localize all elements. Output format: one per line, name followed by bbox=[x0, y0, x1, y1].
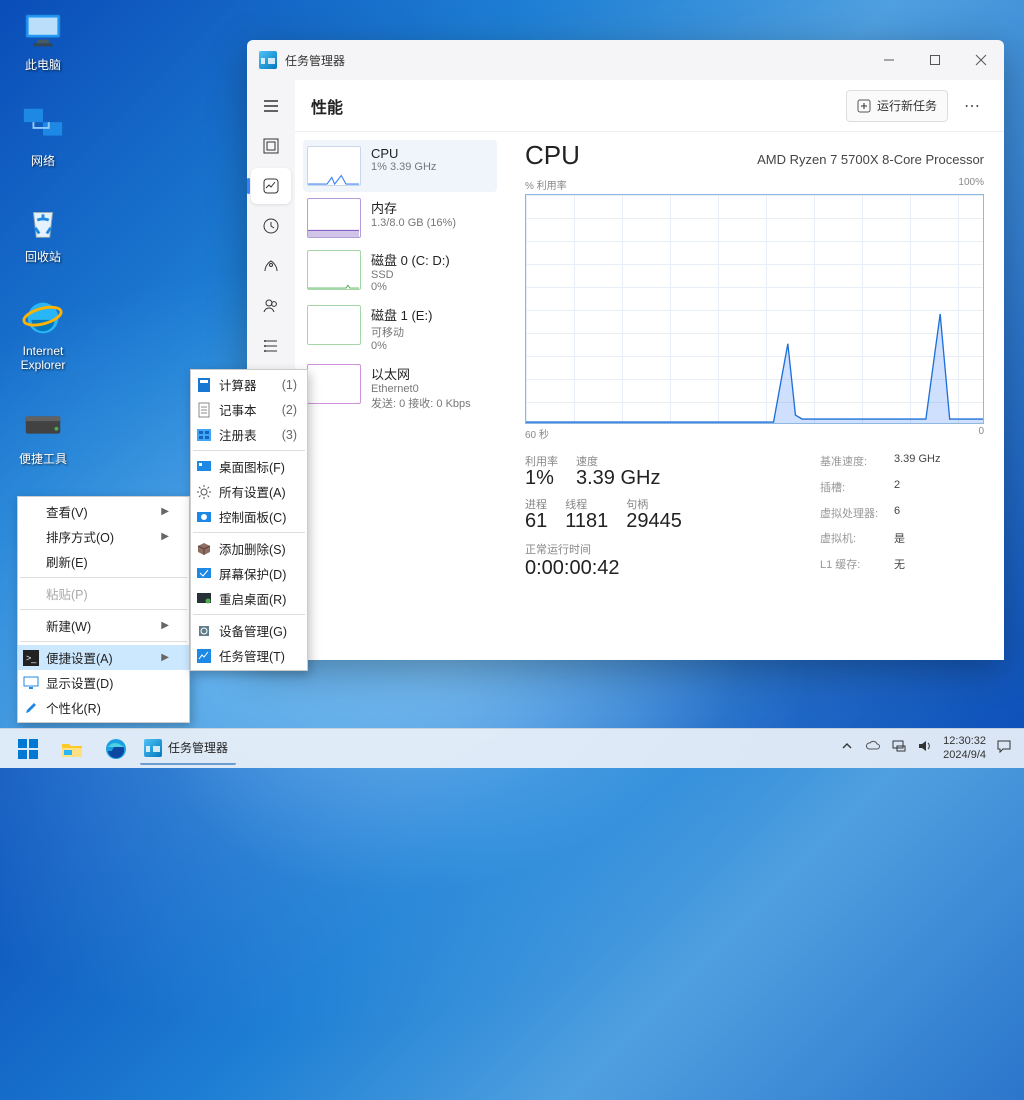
ctx-paste: 粘贴(P) bbox=[18, 581, 189, 606]
gear-icon bbox=[196, 484, 212, 500]
ctx-personalize[interactable]: 个性化(R) bbox=[18, 695, 189, 720]
taskbar: 任务管理器 12:30:32 2024/9/4 bbox=[0, 728, 1024, 768]
sub-notepad[interactable]: 记事本(2) bbox=[191, 397, 307, 422]
restart-icon bbox=[196, 591, 212, 607]
hdd-icon bbox=[19, 400, 67, 448]
desktop-icon-label: 此电脑 bbox=[25, 58, 61, 72]
desktop-icon-recycle[interactable]: 回收站 bbox=[5, 198, 81, 265]
nav-menu-button[interactable] bbox=[251, 88, 291, 124]
cpu-model: AMD Ryzen 7 5700X 8-Core Processor bbox=[757, 152, 984, 167]
sub-regedit[interactable]: 注册表(3) bbox=[191, 422, 307, 447]
desktop-icon-label: Internet Explorer bbox=[21, 344, 66, 372]
nav-users[interactable] bbox=[251, 288, 291, 324]
box-icon bbox=[196, 541, 212, 557]
trash-icon bbox=[19, 198, 67, 246]
resource-ethernet[interactable]: 以太网Ethernet0发送: 0 接收: 0 Kbps bbox=[303, 358, 497, 417]
desktop-icon-label: 便捷工具 bbox=[19, 452, 67, 466]
tray-network-icon[interactable] bbox=[891, 738, 907, 759]
sub-restart-desktop[interactable]: 重启桌面(R) bbox=[191, 586, 307, 611]
brush-icon bbox=[23, 700, 39, 716]
titlebar[interactable]: 任务管理器 bbox=[247, 40, 1004, 80]
chart-icon bbox=[196, 648, 212, 664]
cpu-title: CPU bbox=[525, 140, 580, 171]
start-button[interactable] bbox=[6, 729, 50, 769]
ctx-view[interactable]: 查看(V)▶ bbox=[18, 499, 189, 524]
resource-disk0[interactable]: 磁盘 0 (C: D:)SSD0% bbox=[303, 244, 497, 299]
more-button[interactable]: ⋯ bbox=[956, 90, 988, 122]
explorer-button[interactable] bbox=[50, 729, 94, 769]
ctx-shortcut-settings[interactable]: >_便捷设置(A)▶ bbox=[18, 645, 189, 670]
pc-icon bbox=[19, 6, 67, 54]
minimize-button[interactable] bbox=[866, 40, 912, 80]
page-title: 性能 bbox=[311, 94, 343, 118]
desktop-icon-label: 网络 bbox=[31, 154, 55, 168]
resource-list: CPU1% 3.39 GHz 内存1.3/8.0 GB (16%) 磁盘 0 (… bbox=[295, 132, 505, 660]
run-task-label: 运行新任务 bbox=[877, 97, 937, 114]
sub-taskmgr[interactable]: 任务管理(T) bbox=[191, 643, 307, 668]
svg-text:>_: >_ bbox=[26, 653, 37, 663]
nav-apphistory[interactable] bbox=[251, 208, 291, 244]
sub-settings[interactable]: 所有设置(A) bbox=[191, 479, 307, 504]
network-icon bbox=[19, 102, 67, 150]
nav-startup[interactable] bbox=[251, 248, 291, 284]
resource-cpu[interactable]: CPU1% 3.39 GHz bbox=[303, 140, 497, 192]
stat-speed: 3.39 GHz bbox=[576, 467, 660, 490]
ctx-sort[interactable]: 排序方式(O)▶ bbox=[18, 524, 189, 549]
resource-disk1[interactable]: 磁盘 1 (E:)可移动0% bbox=[303, 299, 497, 358]
control-icon bbox=[196, 509, 212, 525]
ctx-display-settings[interactable]: 显示设置(D) bbox=[18, 670, 189, 695]
desktop-icon-label: 回收站 bbox=[25, 250, 61, 264]
desktop-icon-thispc[interactable]: 此电脑 bbox=[5, 6, 81, 73]
sub-deskicons[interactable]: 桌面图标(F) bbox=[191, 454, 307, 479]
window-title: 任务管理器 bbox=[285, 52, 345, 69]
ctx-refresh[interactable]: 刷新(E) bbox=[18, 549, 189, 574]
chip-icon bbox=[196, 623, 212, 639]
stat-processes: 61 bbox=[525, 510, 547, 533]
nav-performance[interactable] bbox=[251, 168, 291, 204]
nav-processes[interactable] bbox=[251, 128, 291, 164]
resource-memory[interactable]: 内存1.3/8.0 GB (16%) bbox=[303, 192, 497, 244]
sub-addremove[interactable]: 添加删除(S) bbox=[191, 536, 307, 561]
close-button[interactable] bbox=[958, 40, 1004, 80]
sub-screensaver[interactable]: 屏幕保护(D) bbox=[191, 561, 307, 586]
stat-threads: 1181 bbox=[565, 510, 608, 533]
deskicons-icon bbox=[196, 459, 212, 475]
app-icon bbox=[259, 51, 277, 69]
desktop-context-menu: 查看(V)▶ 排序方式(O)▶ 刷新(E) 粘贴(P) 新建(W)▶ >_便捷设… bbox=[17, 496, 190, 723]
tray-volume-icon[interactable] bbox=[917, 738, 933, 759]
sub-devmgr[interactable]: 设备管理(G) bbox=[191, 618, 307, 643]
ctx-new[interactable]: 新建(W)▶ bbox=[18, 613, 189, 638]
cpu-pane: CPU AMD Ryzen 7 5700X 8-Core Processor %… bbox=[505, 132, 1004, 660]
edge-button[interactable] bbox=[94, 729, 138, 769]
sub-control[interactable]: 控制面板(C) bbox=[191, 504, 307, 529]
stat-uptime: 0:00:00:42 bbox=[525, 557, 682, 580]
tray-clock[interactable]: 12:30:32 2024/9/4 bbox=[943, 735, 986, 761]
ie-icon bbox=[19, 294, 67, 342]
note-icon bbox=[196, 402, 212, 418]
desktop-icon-ie[interactable]: Internet Explorer bbox=[5, 294, 81, 372]
calc-icon bbox=[196, 377, 212, 393]
shortcut-submenu: 计算器(1) 记事本(2) 注册表(3) 桌面图标(F) 所有设置(A) 控制面… bbox=[190, 369, 308, 671]
run-new-task-button[interactable]: 运行新任务 bbox=[846, 90, 948, 122]
app-icon bbox=[144, 739, 162, 757]
cpu-chart[interactable] bbox=[525, 194, 984, 424]
regedit-icon bbox=[196, 427, 212, 443]
sub-calc[interactable]: 计算器(1) bbox=[191, 372, 307, 397]
tray-onedrive-icon[interactable] bbox=[865, 738, 881, 759]
stat-handles: 29445 bbox=[626, 510, 682, 533]
tray-chevron-up-icon[interactable] bbox=[839, 738, 855, 759]
stat-utilization: 1% bbox=[525, 467, 558, 490]
desktop-icon-network[interactable]: 网络 bbox=[5, 102, 81, 169]
cmd-icon: >_ bbox=[23, 650, 39, 666]
display-icon bbox=[23, 675, 39, 691]
task-manager-window: 任务管理器 性能 运行新任务 bbox=[247, 40, 1004, 660]
taskbar-task-manager[interactable]: 任务管理器 bbox=[140, 733, 236, 765]
maximize-button[interactable] bbox=[912, 40, 958, 80]
run-icon bbox=[857, 99, 871, 113]
desktop-icon-tools[interactable]: 便捷工具 bbox=[5, 400, 81, 467]
tray-notifications-icon[interactable] bbox=[996, 738, 1012, 759]
screen-icon bbox=[196, 566, 212, 582]
nav-details[interactable] bbox=[251, 328, 291, 364]
